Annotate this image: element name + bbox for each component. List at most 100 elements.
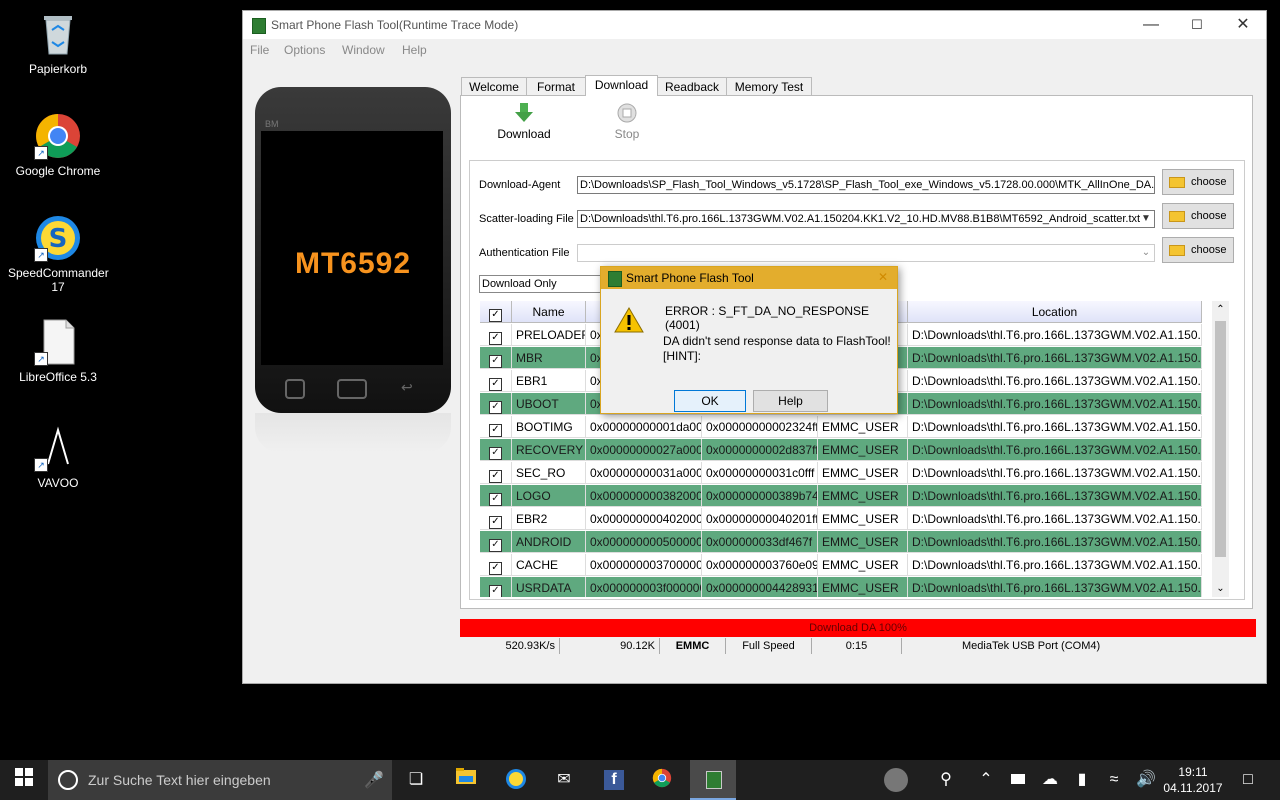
action-center-icon[interactable]: □ bbox=[1236, 768, 1260, 792]
download-agent-field[interactable]: D:\Downloads\SP_Flash_Tool_Windows_v5.17… bbox=[577, 176, 1155, 194]
phone-image: BM MT6592 ↩ bbox=[255, 87, 451, 413]
row-checkbox[interactable]: ✓ bbox=[480, 485, 512, 507]
chevron-down-icon[interactable]: ▼ bbox=[1138, 211, 1154, 227]
checkbox-checked-icon: ✓ bbox=[489, 332, 502, 345]
chevron-down-icon[interactable]: ⌄ bbox=[1138, 245, 1154, 261]
row-checkbox[interactable]: ✓ bbox=[480, 393, 512, 415]
desktop-icon-chrome[interactable]: ↗ Google Chrome bbox=[8, 112, 108, 178]
flash-tool-app-icon bbox=[608, 271, 622, 287]
tab-download[interactable]: Download bbox=[585, 75, 658, 96]
tab-memory-test[interactable]: Memory Test bbox=[726, 77, 812, 95]
table-row[interactable]: ✓ CACHE 0x0000000037000000 0x000000003760e0… bbox=[480, 554, 1202, 577]
cell-name: MBR bbox=[512, 347, 586, 369]
battery-meter-icon[interactable] bbox=[1006, 768, 1030, 792]
checkbox-checked-icon: ✓ bbox=[489, 355, 502, 368]
choose-scatter-button[interactable]: choose bbox=[1162, 203, 1234, 229]
dialog-ok-button[interactable]: OK bbox=[674, 390, 746, 412]
choose-auth-button[interactable]: choose bbox=[1162, 237, 1234, 263]
table-row[interactable]: ✓ ANDROID 0x0000000005000000 0x000000033df4… bbox=[480, 531, 1202, 554]
row-checkbox[interactable]: ✓ bbox=[480, 324, 512, 346]
table-row[interactable]: ✓ BOOTIMG0x00000000001da00000x00000000002… bbox=[480, 416, 1202, 439]
table-row[interactable]: ✓ LOGO 0x0000000003820000 0x000000000389b74… bbox=[480, 485, 1202, 508]
download-mode-select[interactable]: Download Only bbox=[479, 275, 609, 293]
maximize-button[interactable]: ☐ bbox=[1174, 11, 1220, 39]
column-name[interactable]: Name bbox=[512, 301, 586, 323]
user-avatar-icon[interactable] bbox=[884, 768, 908, 792]
column-location[interactable]: Location bbox=[908, 301, 1202, 323]
cell-region: EMMC_USER bbox=[818, 439, 908, 461]
row-checkbox[interactable]: ✓ bbox=[480, 508, 512, 530]
status-time: 0:15 bbox=[812, 638, 902, 654]
folder-icon bbox=[1169, 245, 1185, 256]
row-checkbox[interactable]: ✓ bbox=[480, 439, 512, 461]
cell-end: 0x00000000040201ff bbox=[702, 508, 818, 530]
facebook-icon[interactable]: f bbox=[602, 768, 626, 792]
dialog-titlebar[interactable]: Smart Phone Flash Tool ✕ bbox=[601, 267, 897, 289]
battery-icon[interactable]: ▮ bbox=[1070, 768, 1094, 792]
file-explorer-icon[interactable] bbox=[454, 768, 478, 792]
dialog-close-icon[interactable]: ✕ bbox=[878, 270, 888, 284]
chrome-taskbar-icon[interactable] bbox=[650, 768, 674, 792]
volume-icon[interactable]: 🔊 bbox=[1134, 768, 1158, 792]
taskbar-search-box[interactable]: Zur Suche Text hier eingeben 🎤 bbox=[48, 760, 392, 800]
speedcommander-taskbar-icon[interactable] bbox=[504, 768, 528, 792]
taskbar-clock[interactable]: 19:11 04.11.2017 bbox=[1162, 764, 1224, 796]
scatter-file-field[interactable]: D:\Downloads\thl.T6.pro.166L.1373GWM.V02… bbox=[577, 210, 1155, 228]
svg-text:S: S bbox=[49, 224, 68, 254]
table-row[interactable]: ✓ USRDATA 0x000000003f000000 0x000000004428… bbox=[480, 577, 1202, 597]
folder-icon bbox=[1169, 211, 1185, 222]
status-speed: 520.93K/s bbox=[460, 638, 560, 654]
choose-label: choose bbox=[1191, 176, 1227, 188]
cell-name: ANDROID bbox=[512, 531, 586, 553]
scroll-up-icon[interactable]: ⌃ bbox=[1212, 301, 1229, 318]
desktop-icon-vavoo[interactable]: ↗ VAVOO bbox=[8, 424, 108, 490]
chevron-up-icon[interactable]: ⌃ bbox=[974, 768, 998, 792]
row-checkbox[interactable]: ✓ bbox=[480, 416, 512, 438]
desktop-icon-recycle-bin[interactable]: Papierkorb bbox=[8, 10, 108, 76]
dialog-help-button[interactable]: Help bbox=[753, 390, 828, 412]
minimize-button[interactable]: — bbox=[1128, 11, 1174, 39]
menu-file[interactable]: File bbox=[250, 43, 269, 57]
window-titlebar[interactable]: Smart Phone Flash Tool(Runtime Trace Mod… bbox=[243, 11, 1266, 39]
download-button[interactable]: Download bbox=[489, 102, 559, 141]
row-checkbox[interactable]: ✓ bbox=[480, 347, 512, 369]
menu-help[interactable]: Help bbox=[402, 43, 427, 57]
windows-start-icon[interactable] bbox=[12, 768, 36, 792]
error-dialog: Smart Phone Flash Tool ✕ ERROR : S_FT_DA… bbox=[600, 266, 898, 414]
row-checkbox[interactable]: ✓ bbox=[480, 370, 512, 392]
row-checkbox[interactable]: ✓ bbox=[480, 462, 512, 484]
microphone-icon[interactable]: 🎤 bbox=[364, 770, 384, 790]
tab-format[interactable]: Format bbox=[526, 77, 586, 95]
scroll-down-icon[interactable]: ⌄ bbox=[1212, 580, 1229, 597]
menu-options[interactable]: Options bbox=[284, 43, 325, 57]
onedrive-cloud-icon[interactable]: ☁ bbox=[1038, 768, 1062, 792]
row-checkbox[interactable]: ✓ bbox=[480, 531, 512, 553]
row-checkbox[interactable]: ✓ bbox=[480, 577, 512, 597]
tab-welcome[interactable]: Welcome bbox=[461, 77, 527, 95]
flash-tool-taskbar-button[interactable] bbox=[690, 760, 736, 800]
scatter-label: Scatter-loading File bbox=[479, 213, 574, 225]
stop-button[interactable]: Stop bbox=[597, 102, 657, 141]
desktop-icon-libreoffice[interactable]: ↗ LibreOffice 5.3 bbox=[8, 318, 108, 384]
select-all-checkbox[interactable]: ✓ bbox=[480, 301, 512, 323]
table-row[interactable]: ✓ RECOVERY 0x00000000027a0000 0x0000000002d… bbox=[480, 439, 1202, 462]
mail-icon[interactable]: ✉ bbox=[552, 768, 576, 792]
close-button[interactable]: ✕ bbox=[1220, 11, 1266, 39]
scrollbar-thumb[interactable] bbox=[1215, 321, 1226, 557]
clock-date: 04.11.2017 bbox=[1163, 781, 1223, 795]
table-scrollbar[interactable]: ⌃ ⌄ bbox=[1212, 301, 1229, 597]
desktop-icon-speedcommander[interactable]: S ↗ SpeedCommander 17 bbox=[8, 214, 109, 294]
wifi-icon[interactable]: ≈ bbox=[1102, 768, 1126, 792]
task-view-icon[interactable]: ❏ bbox=[404, 768, 428, 792]
table-row[interactable]: ✓ SEC_RO 0x00000000031a0000 0x00000000031c0… bbox=[480, 462, 1202, 485]
row-checkbox[interactable]: ✓ bbox=[480, 554, 512, 576]
cell-end: 0x000000003760e093 bbox=[702, 554, 818, 576]
cell-end: 0x000000004428931b bbox=[702, 577, 818, 597]
tab-readback[interactable]: Readback bbox=[657, 77, 727, 95]
people-icon[interactable]: ⚲ bbox=[934, 768, 958, 792]
cell-end: 0x0000000002d837ff bbox=[702, 439, 818, 461]
table-row[interactable]: ✓ EBR2 0x0000000004020000 0x00000000040201f… bbox=[480, 508, 1202, 531]
auth-file-field[interactable]: ⌄ bbox=[577, 244, 1155, 262]
choose-download-agent-button[interactable]: choose bbox=[1162, 169, 1234, 195]
menu-window[interactable]: Window bbox=[342, 43, 385, 57]
